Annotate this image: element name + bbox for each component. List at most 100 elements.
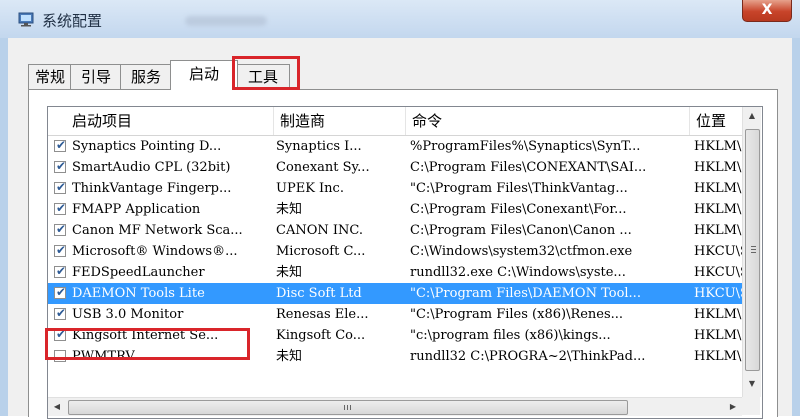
checkmark-icon: ✔ bbox=[56, 159, 67, 173]
startup-item-maker: Conexant Sy... bbox=[276, 160, 370, 175]
scroll-right-arrow-icon[interactable]: ▶ bbox=[724, 398, 742, 416]
startup-tab-highlight-box bbox=[232, 56, 300, 90]
startup-item-maker: 未知 bbox=[276, 349, 303, 364]
grip-line bbox=[751, 246, 756, 247]
startup-checkbox[interactable]: ✔ bbox=[54, 306, 67, 320]
startup-item-location: HKLM\SC bbox=[694, 181, 742, 196]
startup-item-location: HKLM\SC bbox=[694, 307, 742, 322]
startup-item-command: "C:\Program Files\ThinkVantag... bbox=[410, 181, 628, 196]
dialog-body: 常规 引导 服务 启动 工具 启动项目 制造商 命令 位置 ✔ Synaptic… bbox=[8, 38, 792, 419]
startup-item-location: HKLM\SC bbox=[694, 223, 742, 238]
column-header-location[interactable]: 位置 bbox=[690, 107, 742, 135]
startup-checkbox[interactable]: ✔ bbox=[54, 285, 67, 299]
startup-checkbox[interactable]: ✔ bbox=[54, 222, 67, 236]
startup-item-location: HKCU\SC bbox=[694, 265, 742, 280]
table-row-selected[interactable]: ✔ DAEMON Tools Lite Disc Soft Ltd "C:\Pr… bbox=[48, 283, 742, 304]
column-header-command[interactable]: 命令 bbox=[406, 107, 690, 135]
tab-services[interactable]: 服务 bbox=[120, 64, 172, 89]
startup-item-command: "C:\Program Files\DAEMON Tool... bbox=[410, 286, 641, 301]
table-row[interactable]: ✔ Microsoft® Windows®... Microsoft C... … bbox=[48, 241, 742, 262]
checkmark-icon: ✔ bbox=[56, 201, 67, 215]
table-row[interactable]: ✔ SmartAudio CPL (32bit) Conexant Sy... … bbox=[48, 157, 742, 178]
table-row[interactable]: ✔ FMAPP Application 未知 C:\Program Files\… bbox=[48, 199, 742, 220]
grip-line bbox=[347, 405, 348, 410]
checkmark-icon: ✔ bbox=[56, 138, 67, 152]
startup-item-command: C:\Program Files\Canon\Canon ... bbox=[410, 223, 632, 238]
startup-checkbox[interactable]: ✔ bbox=[54, 201, 67, 215]
table-row[interactable]: ✔ Canon MF Network Sca... CANON INC. C:\… bbox=[48, 220, 742, 241]
startup-item-command: "c:\program files (x86)\kings... bbox=[410, 328, 611, 343]
startup-item-command: C:\Windows\system32\ctfmon.exe bbox=[410, 244, 633, 259]
grip-line bbox=[350, 405, 351, 410]
scroll-up-arrow-icon[interactable]: ▲ bbox=[743, 107, 761, 125]
scroll-left-arrow-icon[interactable]: ◀ bbox=[48, 398, 66, 416]
startup-item-maker: Disc Soft Ltd bbox=[276, 286, 362, 301]
startup-item-command: %ProgramFiles%\Synaptics\SynT... bbox=[410, 139, 641, 154]
horizontal-scroll-thumb[interactable] bbox=[68, 400, 628, 415]
window-title: 系统配置 bbox=[42, 12, 103, 30]
checkmark-icon: ✔ bbox=[56, 306, 67, 320]
startup-item-command: C:\Program Files\Conexant\For... bbox=[410, 202, 627, 217]
table-row[interactable]: ✔ USB 3.0 Monitor Renesas Ele... "C:\Pro… bbox=[48, 304, 742, 325]
horizontal-scrollbar[interactable]: ◀ ▶ bbox=[48, 397, 742, 416]
checkmark-icon: ✔ bbox=[56, 285, 67, 299]
close-button[interactable]: X bbox=[742, 0, 792, 22]
startup-item-name: USB 3.0 Monitor bbox=[72, 307, 184, 322]
startup-item-name: Synaptics Pointing D... bbox=[72, 139, 222, 154]
daemon-row-highlight-box bbox=[45, 328, 250, 360]
startup-item-maker: Renesas Ele... bbox=[276, 307, 369, 322]
startup-item-maker: Microsoft C... bbox=[276, 244, 366, 259]
startup-item-name: FMAPP Application bbox=[72, 202, 201, 217]
startup-item-location: HKLM\SC bbox=[694, 160, 742, 175]
checkmark-icon: ✔ bbox=[56, 264, 67, 278]
startup-item-maker: 未知 bbox=[276, 265, 303, 280]
title-bar[interactable]: 系统配置 X bbox=[0, 0, 800, 38]
checkmark-icon: ✔ bbox=[56, 180, 67, 194]
startup-item-location: HKLM\SC bbox=[694, 139, 742, 154]
msconfig-app-icon bbox=[18, 12, 34, 27]
startup-item-name: DAEMON Tools Lite bbox=[72, 286, 205, 301]
tab-startup[interactable]: 启动 bbox=[170, 60, 238, 90]
startup-item-location: HKLM\SC bbox=[694, 202, 742, 217]
startup-item-name: Canon MF Network Sca... bbox=[72, 223, 243, 238]
grip-line bbox=[344, 405, 345, 410]
startup-item-location: HKCU\SC bbox=[694, 244, 742, 259]
startup-item-name: Microsoft® Windows®... bbox=[72, 244, 238, 259]
startup-item-maker: Kingsoft Co... bbox=[276, 328, 366, 343]
table-row[interactable]: ✔ ThinkVantage Fingerp... UPEK Inc. "C:\… bbox=[48, 178, 742, 199]
column-header-maker[interactable]: 制造商 bbox=[274, 107, 406, 135]
startup-item-command: rundll32 C:\PROGRA~2\ThinkPad... bbox=[410, 349, 646, 364]
startup-item-location: HKCU\SC bbox=[694, 286, 742, 301]
startup-checkbox[interactable]: ✔ bbox=[54, 264, 67, 278]
startup-item-name: FEDSpeedLauncher bbox=[72, 265, 205, 280]
scrollbar-corner bbox=[742, 397, 760, 415]
checkmark-icon: ✔ bbox=[56, 243, 67, 257]
startup-item-command: "C:\Program Files (x86)\Renes... bbox=[410, 307, 624, 322]
startup-items-list[interactable]: 启动项目 制造商 命令 位置 ✔ Synaptics Pointing D...… bbox=[47, 106, 763, 419]
startup-item-maker: Synaptics I... bbox=[276, 139, 362, 154]
table-row[interactable]: ✔ FEDSpeedLauncher 未知 rundll32.exe C:\Wi… bbox=[48, 262, 742, 283]
startup-item-command: rundll32.exe C:\Windows\syste... bbox=[410, 265, 626, 280]
grip-line bbox=[751, 252, 756, 253]
checkmark-icon: ✔ bbox=[56, 222, 67, 236]
table-row[interactable]: ✔ Synaptics Pointing D... Synaptics I...… bbox=[48, 136, 742, 157]
startup-item-location: HKLM\SC bbox=[694, 349, 742, 364]
startup-tab-panel: 启动项目 制造商 命令 位置 ✔ Synaptics Pointing D...… bbox=[28, 89, 778, 419]
scroll-down-arrow-icon[interactable]: ▼ bbox=[743, 375, 761, 393]
vertical-scroll-thumb[interactable] bbox=[745, 129, 760, 371]
tab-general[interactable]: 常规 bbox=[28, 64, 72, 89]
blurred-title-region bbox=[185, 16, 267, 26]
startup-checkbox[interactable]: ✔ bbox=[54, 180, 67, 194]
startup-item-name: SmartAudio CPL (32bit) bbox=[72, 160, 231, 175]
startup-checkbox[interactable]: ✔ bbox=[54, 243, 67, 257]
startup-item-maker: UPEK Inc. bbox=[276, 181, 344, 196]
startup-checkbox[interactable]: ✔ bbox=[54, 159, 67, 173]
column-header-item[interactable]: 启动项目 bbox=[48, 107, 274, 135]
vertical-scrollbar[interactable]: ▲ ▼ bbox=[742, 107, 761, 397]
tab-boot[interactable]: 引导 bbox=[70, 64, 122, 89]
startup-checkbox[interactable]: ✔ bbox=[54, 138, 67, 152]
startup-item-maker: CANON INC. bbox=[276, 223, 364, 238]
startup-item-maker: 未知 bbox=[276, 202, 303, 217]
grip-line bbox=[751, 249, 756, 250]
list-header: 启动项目 制造商 命令 位置 bbox=[48, 107, 742, 136]
